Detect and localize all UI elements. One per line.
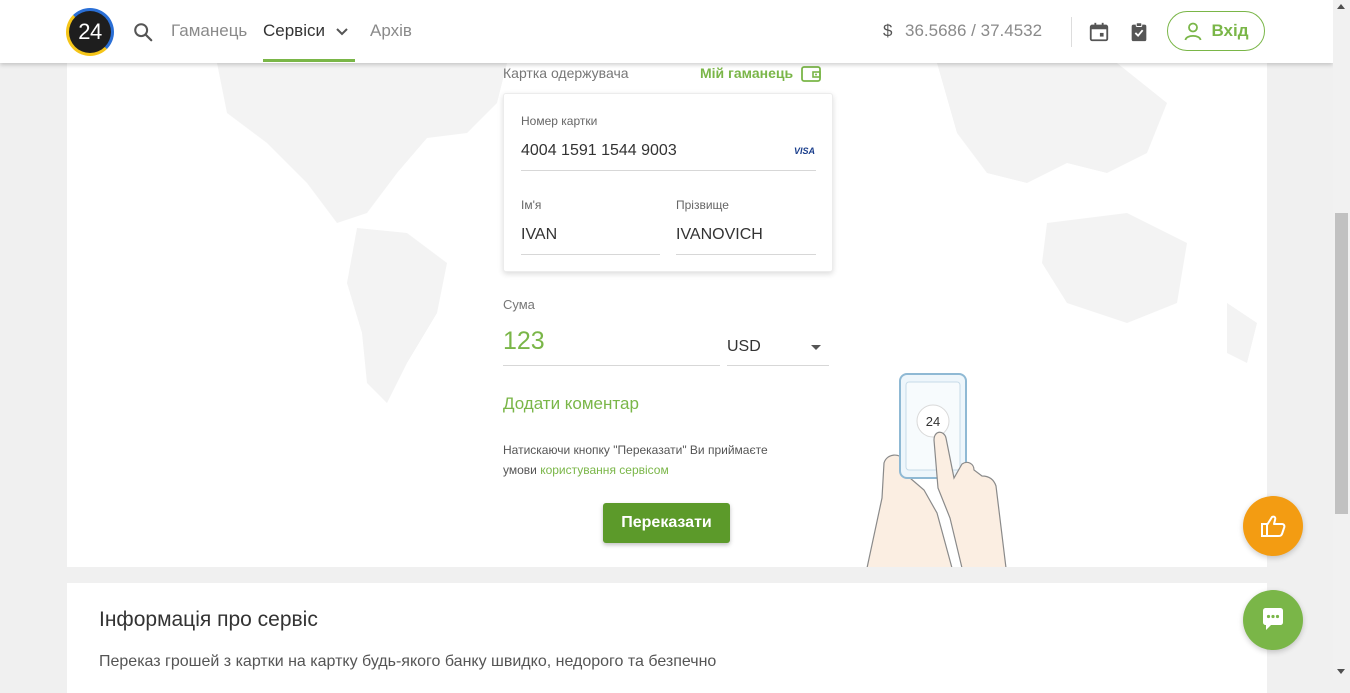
hand-phone-illustration: 24	[866, 373, 1007, 567]
last-name-input[interactable]: IVANOVICH	[676, 226, 763, 244]
wallet-icon	[801, 66, 821, 82]
currency-select[interactable]: USD	[727, 338, 829, 366]
nav-services[interactable]: Сервіси	[263, 21, 325, 41]
terms-link[interactable]: користування сервісом	[540, 463, 669, 477]
login-label: Вхід	[1211, 21, 1249, 40]
transfer-panel: Картка одержувача Мій гаманець Номер кар…	[67, 63, 1267, 567]
chevron-down-icon[interactable]	[334, 24, 350, 40]
dropdown-caret-icon[interactable]	[811, 345, 821, 350]
header-divider	[1071, 17, 1072, 47]
nav-wallet[interactable]: Гаманець	[171, 21, 247, 41]
info-title: Інформація про сервіс	[99, 608, 318, 631]
last-name-underline	[676, 254, 816, 255]
nav-active-indicator	[263, 59, 355, 62]
last-name-label: Прізвище	[676, 198, 729, 212]
scroll-up-arrow-icon[interactable]	[1337, 4, 1345, 9]
login-button[interactable]: Вхід	[1167, 11, 1265, 51]
info-description: Переказ грошей з картки на картку будь-я…	[99, 653, 717, 670]
card-number-underline	[521, 170, 816, 171]
transfer-button[interactable]: Переказати	[603, 503, 730, 543]
phone-logo-text: 24	[926, 414, 940, 429]
clipboard-check-icon[interactable]	[1128, 21, 1150, 43]
privat24-logo[interactable]: 24	[66, 8, 114, 56]
terms-text: Натискаючи кнопку "Переказати" Ви прийма…	[503, 440, 803, 480]
sum-underline	[503, 365, 720, 366]
chat-bubble-icon	[1263, 608, 1283, 630]
sum-label: Сума	[503, 297, 535, 312]
exchange-rate[interactable]: 36.5686 / 37.4532	[905, 21, 1042, 41]
sum-input[interactable]: 123	[503, 327, 545, 356]
recipient-card-label: Картка одержувача	[503, 65, 629, 81]
user-icon	[1185, 22, 1202, 41]
nav-archive[interactable]: Архів	[370, 21, 412, 41]
chat-button[interactable]	[1243, 590, 1303, 650]
thumbs-up-icon	[1261, 515, 1286, 537]
page-scrollbar[interactable]	[1333, 0, 1350, 680]
logo-text: 24	[78, 19, 102, 44]
card-number-input[interactable]: 4004 1591 1544 9003	[521, 142, 677, 160]
dollar-icon: $	[883, 21, 893, 40]
first-name-input[interactable]: IVAN	[521, 226, 557, 244]
scrollbar-thumb[interactable]	[1335, 213, 1348, 514]
my-wallet-link[interactable]: Мій гаманець	[700, 64, 821, 82]
add-comment-link[interactable]: Додати коментар	[503, 394, 639, 414]
first-name-underline	[521, 254, 660, 255]
card-number-label: Номер картки	[521, 114, 598, 128]
top-header: 24 Гаманець Сервіси Архів $ 36.5686 / 37…	[0, 0, 1333, 63]
search-icon[interactable]	[132, 21, 154, 43]
card-details-box: Номер картки 4004 1591 1544 9003 VISA Ім…	[503, 93, 833, 272]
visa-icon: VISA	[794, 146, 816, 156]
calendar-icon[interactable]	[1088, 21, 1110, 43]
feedback-like-button[interactable]	[1243, 496, 1303, 556]
first-name-label: Ім'я	[521, 198, 542, 212]
scroll-down-arrow-icon[interactable]	[1337, 669, 1345, 674]
currency-underline	[727, 365, 829, 366]
my-wallet-label: Мій гаманець	[700, 65, 794, 81]
service-info-panel: Інформація про сервіс Переказ грошей з к…	[67, 583, 1267, 693]
